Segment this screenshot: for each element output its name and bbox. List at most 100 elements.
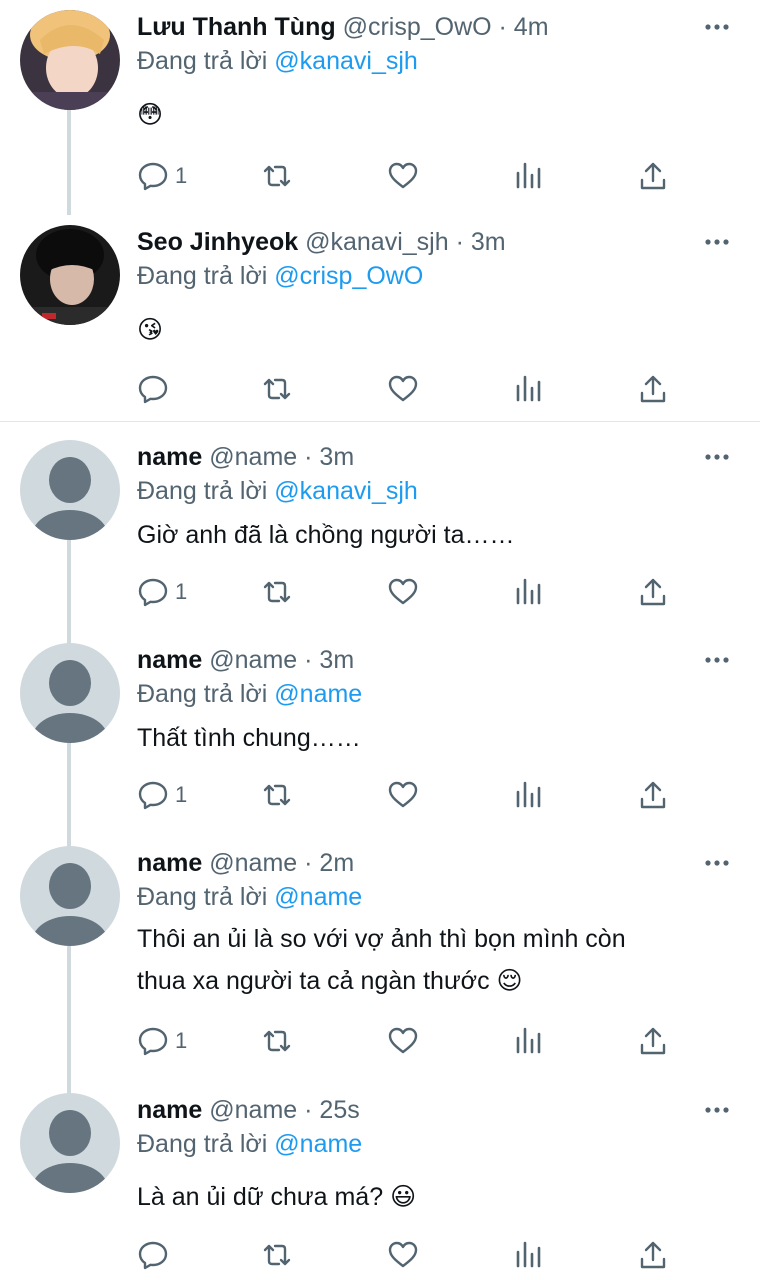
replying-to: Đang trả lời @name (137, 679, 362, 709)
share-button[interactable] (637, 1023, 669, 1059)
tweet[interactable]: name @name · 3m Đang trả lời @kanavi_sjh… (0, 430, 760, 645)
tweet-text: Là an ủi dữ chưa má? 😃 (137, 1176, 416, 1218)
mention-link[interactable]: @name (274, 680, 362, 708)
retweet-button[interactable] (261, 158, 293, 194)
views-button[interactable] (513, 574, 545, 610)
bar-chart-icon (516, 1027, 541, 1054)
avatar[interactable] (20, 225, 120, 325)
handle[interactable]: @crisp_OwO (343, 13, 492, 41)
retweet-button[interactable] (261, 371, 293, 407)
like-button[interactable] (387, 1237, 419, 1273)
retweet-icon (263, 784, 291, 806)
share-button[interactable] (637, 158, 669, 194)
heart-icon (388, 781, 418, 808)
replying-to-label: Đang trả lời (137, 477, 268, 505)
tweet[interactable]: name @name · 2m Đang trả lời @name Thôi … (0, 836, 760, 1096)
display-name[interactable]: name (137, 1096, 202, 1124)
tweet-text: Thất tình chung…… (137, 717, 361, 759)
avatar[interactable] (20, 643, 120, 743)
mention-link[interactable]: @name (274, 1130, 362, 1158)
like-button[interactable] (387, 574, 419, 610)
reply-count: 1 (175, 782, 188, 807)
display-name[interactable]: Lưu Thanh Tùng (137, 13, 336, 41)
bar-chart-icon (516, 781, 541, 808)
mention-link[interactable]: @name (274, 883, 362, 911)
tweet-text: 😳 (137, 94, 163, 136)
tweet-text-line: 😳 (137, 101, 164, 129)
more-icon[interactable] (704, 1097, 730, 1123)
thread-line (67, 110, 71, 215)
share-icon (640, 578, 666, 606)
like-button[interactable] (387, 1023, 419, 1059)
bar-chart-icon (516, 375, 541, 402)
like-button[interactable] (387, 158, 419, 194)
display-name[interactable]: name (137, 646, 202, 674)
views-button[interactable] (513, 158, 545, 194)
retweet-icon (263, 378, 291, 400)
bar-chart-icon (516, 578, 541, 605)
tweet[interactable]: Seo Jinhyeok @kanavi_sjh · 3m Đang trả l… (0, 215, 760, 420)
retweet-button[interactable] (261, 1023, 293, 1059)
avatar[interactable] (20, 440, 120, 540)
display-name[interactable]: Seo Jinhyeok (137, 228, 298, 256)
handle[interactable]: @kanavi_sjh (305, 228, 449, 256)
like-button[interactable] (387, 371, 419, 407)
display-name[interactable]: name (137, 443, 202, 471)
reply-button[interactable]: 1 (137, 777, 187, 813)
retweet-button[interactable] (261, 777, 293, 813)
more-icon[interactable] (704, 444, 730, 470)
avatar[interactable] (20, 846, 120, 946)
reply-button[interactable]: 1 (137, 1023, 187, 1059)
timestamp[interactable]: · 3m (304, 646, 354, 674)
handle[interactable]: @name (209, 849, 297, 877)
more-icon[interactable] (704, 14, 730, 40)
reply-button[interactable] (137, 1237, 175, 1273)
retweet-button[interactable] (261, 1237, 293, 1273)
mention-link[interactable]: @kanavi_sjh (274, 477, 418, 505)
timestamp[interactable]: · 2m (304, 849, 354, 877)
replying-to: Đang trả lời @crisp_OwO (137, 261, 423, 291)
timestamp[interactable]: · 25s (304, 1096, 360, 1124)
reply-count: 1 (175, 1028, 188, 1053)
timestamp[interactable]: · 3m (456, 228, 506, 256)
share-button[interactable] (637, 574, 669, 610)
tweet[interactable]: name @name · 3m Đang trả lời @name Thất … (0, 633, 760, 848)
views-button[interactable] (513, 1237, 545, 1273)
replying-to: Đang trả lời @kanavi_sjh (137, 476, 418, 506)
tweet-header: name @name · 25s (137, 1095, 360, 1125)
share-icon (640, 375, 666, 403)
reply-button[interactable] (137, 371, 175, 407)
tweet-header: Seo Jinhyeok @kanavi_sjh · 3m (137, 227, 506, 257)
share-button[interactable] (637, 1237, 669, 1273)
heart-icon (388, 162, 418, 189)
views-button[interactable] (513, 1023, 545, 1059)
display-name[interactable]: name (137, 849, 202, 877)
views-button[interactable] (513, 371, 545, 407)
share-button[interactable] (637, 777, 669, 813)
handle[interactable]: @name (209, 443, 297, 471)
mention-link[interactable]: @crisp_OwO (274, 262, 423, 290)
action-bar: 1 (137, 1023, 697, 1059)
handle[interactable]: @name (209, 1096, 297, 1124)
like-button[interactable] (387, 777, 419, 813)
more-icon[interactable] (704, 850, 730, 876)
mention-link[interactable]: @kanavi_sjh (274, 47, 418, 75)
avatar[interactable] (20, 10, 120, 110)
avatar[interactable] (20, 1093, 120, 1193)
reply-button[interactable]: 1 (137, 158, 187, 194)
tweet-text-line: Là an ủi dữ chưa má? 😃 (137, 1183, 417, 1211)
retweet-button[interactable] (261, 574, 293, 610)
heart-icon (388, 578, 418, 605)
timestamp[interactable]: · 4m (499, 13, 549, 41)
more-icon[interactable] (704, 647, 730, 673)
reply-icon (138, 781, 168, 810)
tweet[interactable]: Lưu Thanh Tùng @crisp_OwO · 4m Đang trả … (0, 0, 760, 215)
views-button[interactable] (513, 777, 545, 813)
tweet[interactable]: name @name · 25s Đang trả lời @name Là a… (0, 1083, 760, 1280)
share-icon (640, 1027, 666, 1055)
handle[interactable]: @name (209, 646, 297, 674)
reply-button[interactable]: 1 (137, 574, 187, 610)
share-button[interactable] (637, 371, 669, 407)
more-icon[interactable] (704, 229, 730, 255)
timestamp[interactable]: · 3m (304, 443, 354, 471)
